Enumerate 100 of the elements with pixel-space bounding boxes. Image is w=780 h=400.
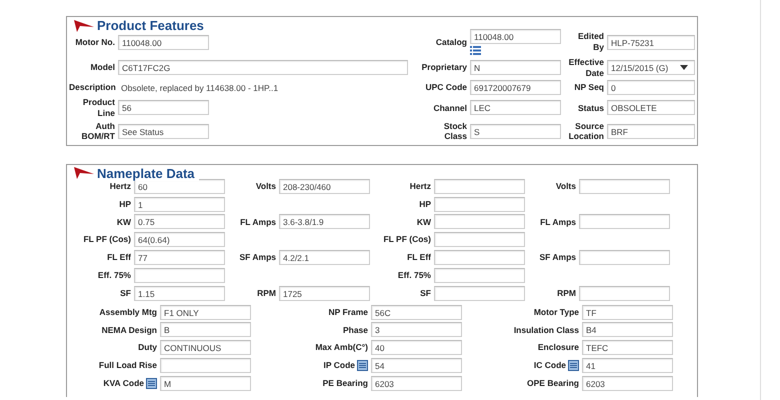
input-field[interactable]: N: [470, 60, 561, 76]
input-field[interactable]: TEFC: [582, 340, 673, 356]
field-label: NP Seq: [573, 82, 604, 94]
description-text: Obsolete, replaced by 114638.00 - 1HP..1: [120, 82, 280, 94]
section-title: Product Features: [97, 18, 204, 33]
field-label: Stock Class: [442, 120, 467, 142]
input-field[interactable]: [434, 178, 525, 194]
input-field[interactable]: S: [470, 124, 561, 139]
field-label: KW: [416, 216, 431, 228]
field-label: SF: [419, 288, 431, 298]
input-field[interactable]: [434, 214, 525, 230]
chevron-icon: [74, 20, 94, 32]
field-label: Status: [577, 102, 604, 114]
field-label: FL PF (Cos): [382, 234, 431, 245]
input-field[interactable]: [434, 250, 525, 265]
input-field[interactable]: [579, 250, 670, 265]
field-label: Hertz: [408, 180, 431, 192]
input-field[interactable]: 56C: [371, 304, 462, 320]
field-label: Insulation Class: [514, 324, 579, 336]
input-field[interactable]: 691720007679: [470, 80, 561, 96]
field-label: FL PF (Cos): [82, 234, 131, 245]
input-field[interactable]: LEC: [470, 100, 561, 116]
field-label: Max Amb(C°): [315, 342, 368, 353]
field-label: Motor Type: [534, 306, 579, 318]
field-label: UPC Code: [424, 82, 467, 94]
field-label: Volts: [254, 180, 276, 192]
field-label: FL Eff: [106, 252, 131, 263]
input-field[interactable]: 3.6-3.8/1.9: [279, 214, 370, 230]
input-field[interactable]: 64(0.64): [134, 232, 225, 248]
field-label: Product Line: [82, 97, 115, 118]
field-label: Assembly Mtg: [99, 306, 157, 318]
input-field[interactable]: 54: [371, 358, 462, 373]
input-field[interactable]: 6203: [371, 376, 462, 391]
input-field[interactable]: OBSOLETE: [607, 100, 695, 116]
input-field[interactable]: 0.75: [134, 214, 225, 230]
input-field[interactable]: [434, 232, 525, 248]
input-field[interactable]: M: [160, 376, 251, 391]
field-label: Volts: [554, 180, 576, 192]
field-label: Full Load Rise: [98, 360, 157, 371]
input-field[interactable]: [134, 268, 225, 283]
input-field[interactable]: 4.2/2.1: [279, 250, 370, 265]
input-field[interactable]: 0: [607, 80, 695, 96]
field-label: KVA Code: [103, 378, 144, 389]
field-label: Enclosure: [538, 342, 579, 353]
input-field[interactable]: 41: [582, 358, 673, 373]
field-label: IC Code: [534, 360, 566, 371]
section-title: Nameplate Data: [97, 166, 195, 181]
input-field[interactable]: 1725: [279, 286, 370, 301]
field-label: IP Code: [324, 360, 355, 371]
input-field[interactable]: [579, 286, 670, 301]
notepad-icon[interactable]: [357, 360, 368, 371]
input-field[interactable]: HLP-75231: [607, 34, 695, 50]
field-label: Duty: [138, 342, 157, 353]
input-field[interactable]: See Status: [118, 124, 209, 139]
input-field[interactable]: B: [160, 322, 251, 338]
field-label: SF: [119, 288, 131, 298]
input-field[interactable]: 110048.00: [118, 34, 209, 50]
caret-icon: [680, 65, 688, 70]
input-field[interactable]: 56: [118, 100, 209, 116]
input-field[interactable]: [579, 178, 670, 194]
date-dropdown[interactable]: 12/15/2015 (G): [607, 60, 695, 76]
field-label: HP: [418, 198, 431, 210]
input-field[interactable]: [434, 286, 525, 301]
input-field[interactable]: 208-230/460: [279, 178, 370, 194]
input-field[interactable]: [434, 268, 525, 283]
notepad-icon[interactable]: [568, 360, 579, 371]
input-field[interactable]: TF: [582, 304, 673, 320]
field-label: Catalog: [434, 36, 467, 48]
input-field[interactable]: [579, 214, 670, 230]
field-label: SF Amps: [538, 252, 576, 263]
field-label: RPM: [556, 288, 576, 298]
input-field[interactable]: C6T17FC2G: [118, 60, 408, 76]
input-field[interactable]: 6203: [582, 376, 673, 391]
input-field[interactable]: CONTINUOUS: [160, 340, 251, 356]
field-label: Eff. 75%: [96, 270, 131, 281]
field-label: OPE Bearing: [527, 378, 579, 389]
input-field[interactable]: BRF: [607, 124, 695, 139]
input-field[interactable]: [434, 196, 525, 212]
field-label: SF Amps: [238, 252, 276, 263]
input-field[interactable]: 1.15: [134, 286, 225, 301]
input-field[interactable]: 3: [371, 322, 462, 338]
input-field[interactable]: 77: [134, 250, 225, 265]
input-field[interactable]: 1: [134, 196, 225, 212]
input-field[interactable]: 40: [371, 340, 462, 356]
field-label: KW: [116, 216, 131, 228]
input-field[interactable]: [160, 358, 251, 373]
field-label: Proprietary: [420, 62, 467, 73]
field-label: Motor No.: [74, 36, 115, 48]
notepad-icon[interactable]: [146, 378, 157, 389]
field-label: Eff. 75%: [396, 270, 431, 281]
field-label: NP Frame: [328, 306, 368, 318]
field-label: FL Eff: [406, 252, 431, 263]
input-field[interactable]: B4: [582, 322, 673, 338]
field-label: Source Location: [568, 120, 604, 142]
field-label: Channel: [432, 102, 467, 114]
input-field[interactable]: F1 ONLY: [160, 304, 251, 320]
list-icon[interactable]: [470, 46, 481, 55]
input-field[interactable]: 110048.00: [470, 29, 561, 44]
field-label: HP: [118, 198, 131, 210]
chevron-icon: [74, 167, 94, 180]
